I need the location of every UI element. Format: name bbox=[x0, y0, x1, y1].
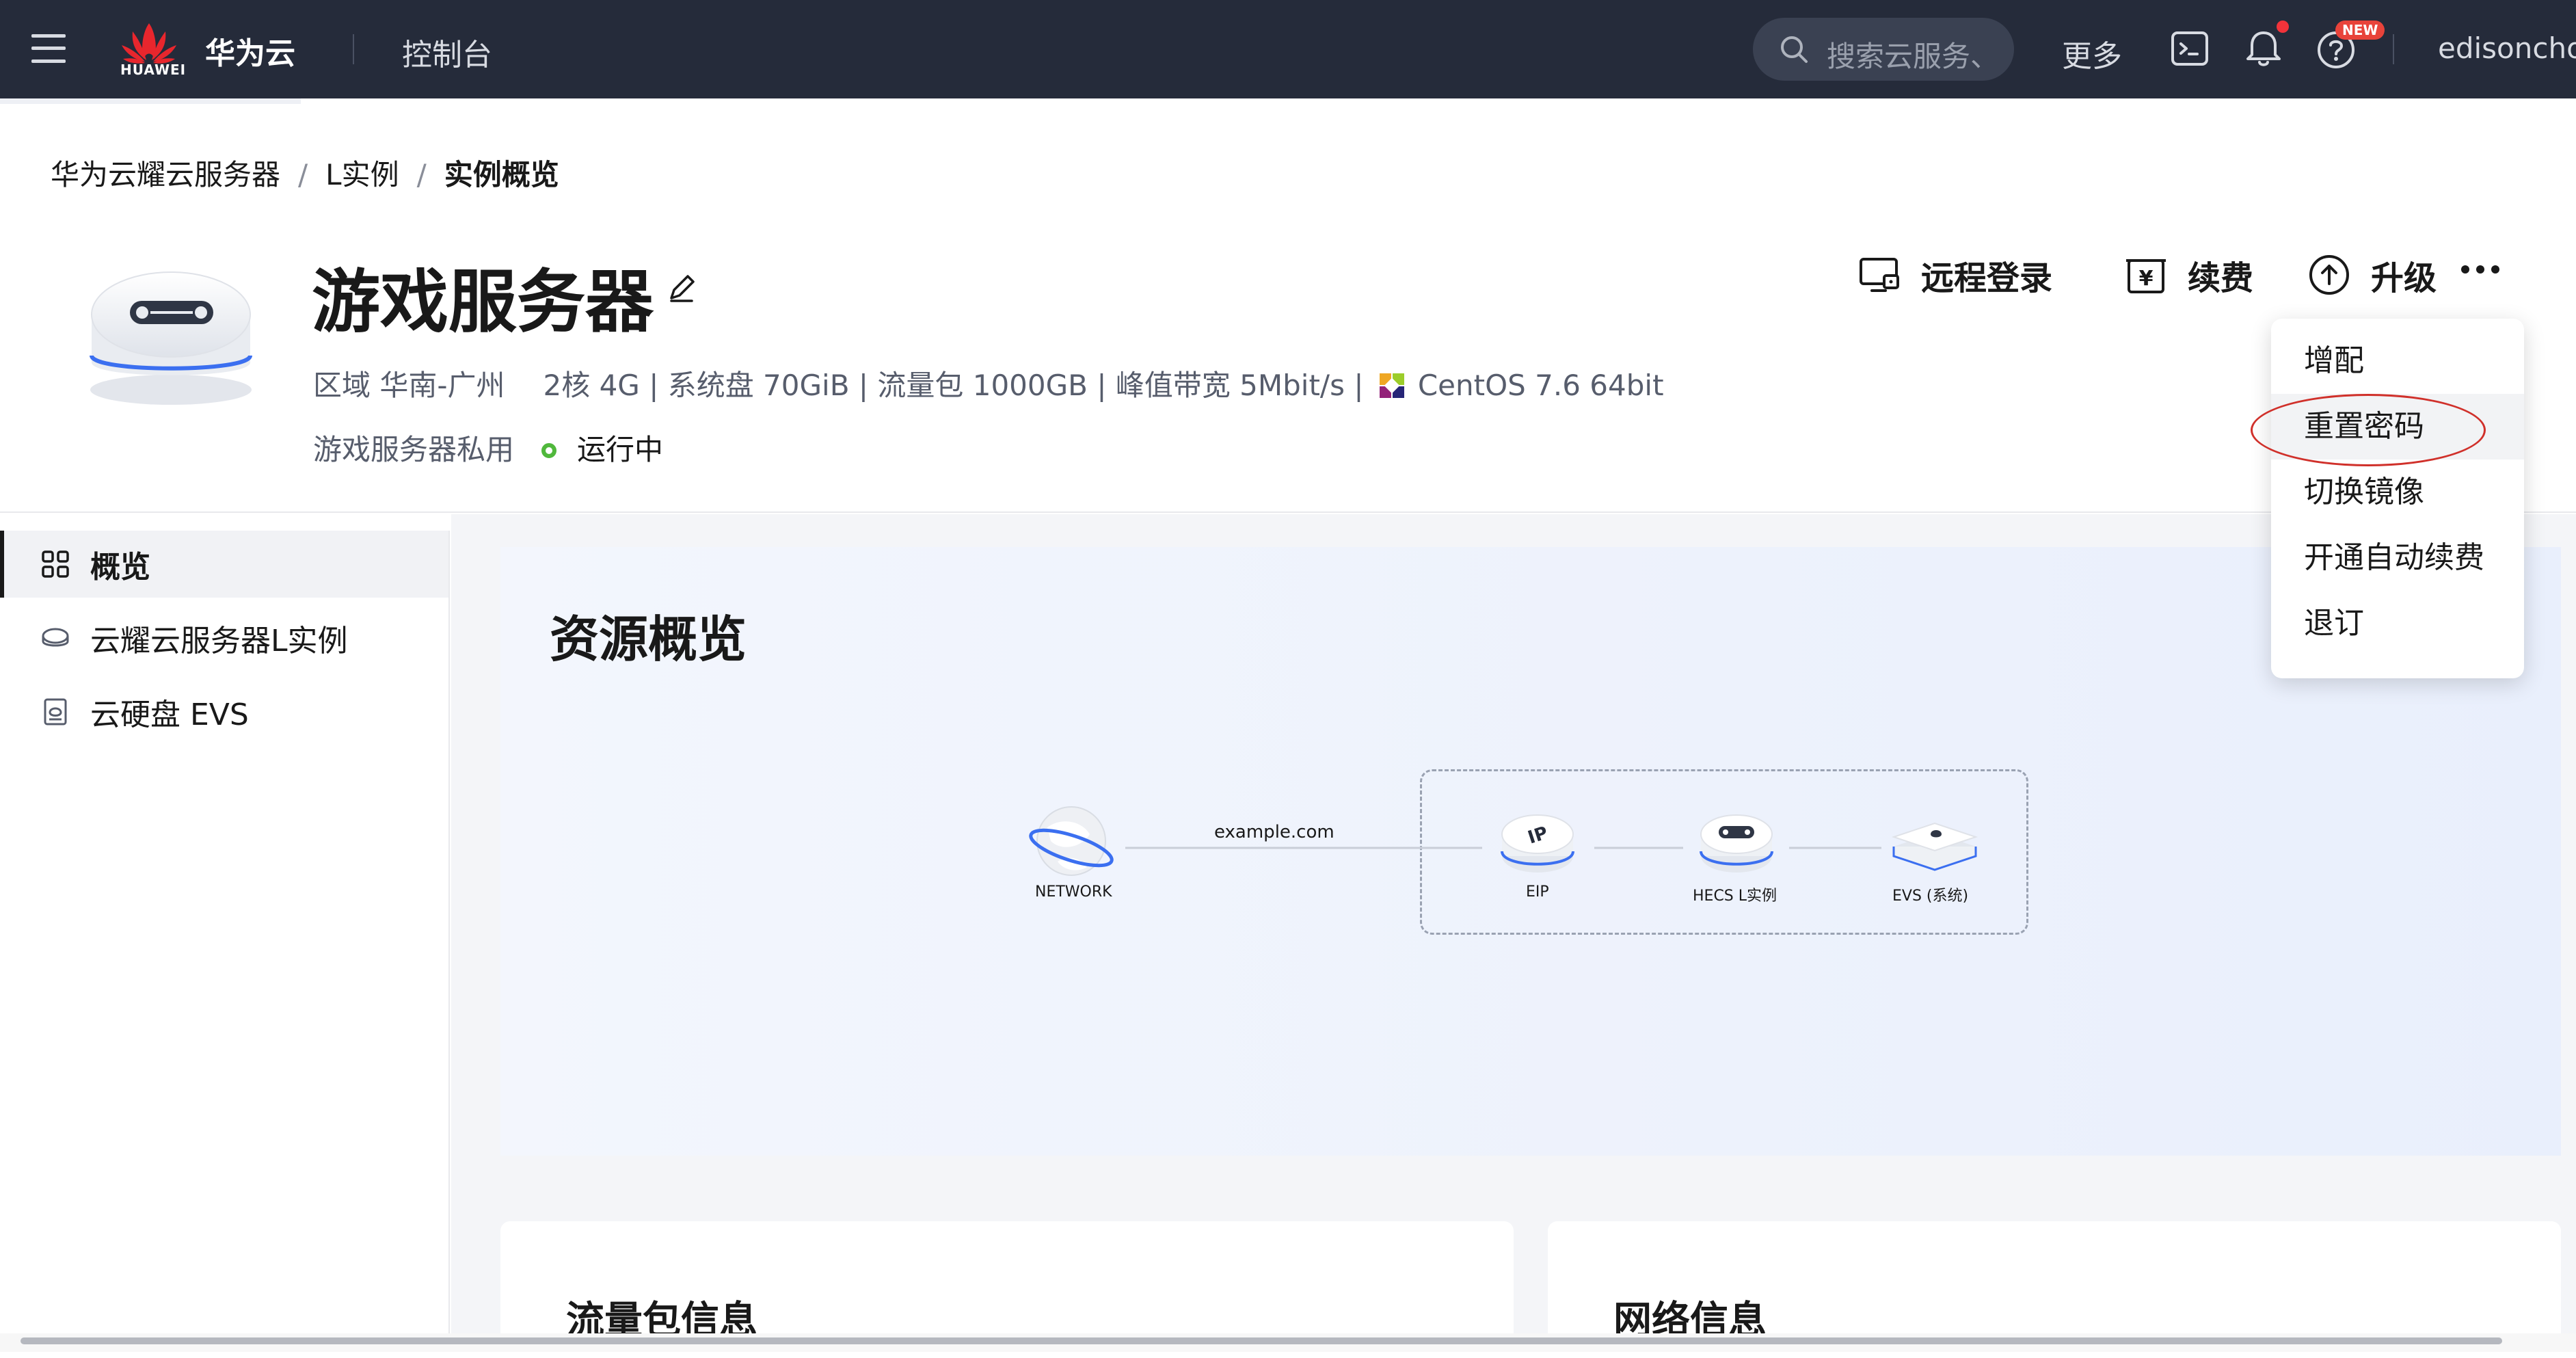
horizontal-scrollbar[interactable] bbox=[21, 1337, 2502, 1344]
user-account[interactable]: edisonchoi bbox=[2438, 31, 2576, 65]
os-name: CentOS 7.6 64bit bbox=[1417, 369, 1664, 402]
renew-icon: ¥ bbox=[2126, 259, 2166, 293]
eip-node-icon: IP bbox=[1501, 814, 1574, 873]
sidebar: 概览 云耀云服务器L实例 云硬盘 EVS bbox=[0, 531, 450, 1337]
upgrade-label: 升级 bbox=[2371, 259, 2437, 297]
search-placeholder: 搜索云服务、 bbox=[1827, 40, 2000, 73]
menu-icon[interactable] bbox=[31, 34, 66, 63]
remote-login-label: 远程登录 bbox=[1921, 259, 2053, 297]
more-actions-icon[interactable] bbox=[2461, 265, 2502, 279]
sidebar-item-overview[interactable]: 概览 bbox=[0, 531, 448, 598]
remote-login-button[interactable]: 远程登录 bbox=[1857, 250, 2052, 299]
breadcrumb-item[interactable]: L实例 bbox=[325, 158, 399, 191]
node-label-evs: EVS (系统) bbox=[1892, 888, 1969, 905]
breadcrumb-current: 实例概览 bbox=[444, 158, 559, 191]
sidebar-item-label: 云耀云服务器L实例 bbox=[90, 624, 348, 658]
tab-indicator bbox=[0, 98, 301, 104]
resource-overview-panel: 资源概览 IP example.com NETWORK EIP HECS L实例… bbox=[500, 547, 2561, 1156]
topology-diagram: IP bbox=[1029, 806, 1978, 876]
instance-name: 游戏服务器 bbox=[312, 262, 654, 342]
region: 区域 华南-广州 bbox=[313, 369, 505, 402]
upgrade-icon bbox=[2309, 255, 2349, 295]
hecs-node-icon bbox=[1700, 814, 1773, 873]
server-illustration bbox=[90, 271, 252, 405]
notification-bell-icon[interactable] bbox=[2241, 26, 2286, 71]
divider bbox=[353, 34, 354, 64]
remote-login-icon bbox=[1860, 258, 1899, 292]
more-menu[interactable]: 更多 bbox=[2062, 31, 2122, 75]
more-actions-dropdown: 增配 重置密码 切换镜像 开通自动续费 退订 bbox=[2271, 319, 2524, 678]
spec-summary: 2核 4G | 系统盘 70GiB | 流量包 1000GB | 峰值带宽 5M… bbox=[543, 369, 1364, 402]
domain-label: example.com bbox=[1214, 822, 1334, 842]
menu-item-unsubscribe[interactable]: 退订 bbox=[2271, 591, 2524, 656]
svg-text:¥: ¥ bbox=[2139, 267, 2154, 291]
evs-node-icon bbox=[1891, 822, 1978, 871]
header-divider bbox=[0, 511, 2576, 513]
instance-specs: 区域 华南-广州 2核 4G | 系统盘 70GiB | 流量包 1000GB |… bbox=[313, 362, 1664, 404]
notification-dot bbox=[2277, 21, 2289, 33]
edit-icon[interactable] bbox=[665, 271, 699, 305]
search-icon bbox=[1781, 36, 1808, 63]
renew-label: 续费 bbox=[2188, 259, 2254, 297]
divider bbox=[2393, 34, 2394, 64]
red-annotation-circle bbox=[2251, 394, 2486, 466]
sidebar-item-l-instance[interactable]: 云耀云服务器L实例 bbox=[0, 604, 448, 671]
breadcrumb: 华为云耀云服务器 / L实例 / 实例概览 bbox=[51, 158, 559, 191]
network-globe-icon bbox=[1029, 806, 1114, 876]
menu-item-scale-up[interactable]: 增配 bbox=[2271, 328, 2524, 394]
menu-item-auto-renew[interactable]: 开通自动续费 bbox=[2271, 525, 2524, 591]
search-input[interactable]: 搜索云服务、 bbox=[1753, 18, 2014, 81]
instance-description: 游戏服务器私用 bbox=[313, 433, 515, 466]
breadcrumb-item[interactable]: 华为云耀云服务器 bbox=[51, 158, 280, 191]
status-text: 运行中 bbox=[577, 433, 664, 466]
console-link[interactable]: 控制台 bbox=[402, 30, 492, 74]
sidebar-item-label: 云硬盘 EVS bbox=[90, 697, 249, 732]
status-running-icon bbox=[541, 443, 556, 458]
logo-text: HUAWEI bbox=[120, 62, 187, 78]
centos-icon bbox=[1379, 373, 1404, 398]
sidebar-item-label: 概览 bbox=[90, 550, 150, 585]
brand-name[interactable]: 华为云 bbox=[205, 29, 295, 72]
grid-icon bbox=[42, 550, 69, 578]
status-badge: 运行中 bbox=[541, 427, 663, 468]
upgrade-button[interactable]: 升级 bbox=[2307, 250, 2437, 299]
sidebar-item-evs[interactable]: 云硬盘 EVS bbox=[0, 678, 448, 745]
renew-button[interactable]: ¥ 续费 bbox=[2123, 250, 2253, 299]
node-label-hecs: HECS L实例 bbox=[1693, 888, 1777, 905]
cloud-server-icon bbox=[42, 628, 69, 647]
terminal-icon[interactable] bbox=[2167, 26, 2212, 71]
disk-icon bbox=[44, 698, 67, 725]
menu-item-switch-image[interactable]: 切换镜像 bbox=[2271, 460, 2524, 525]
new-badge: NEW bbox=[2335, 21, 2385, 40]
top-navigation-bar: HUAWEI 华为云 控制台 搜索云服务、 更多 NEW edisonchoi bbox=[0, 0, 2576, 98]
node-label-eip: EIP bbox=[1526, 883, 1549, 901]
node-label-network: NETWORK bbox=[1035, 883, 1112, 901]
